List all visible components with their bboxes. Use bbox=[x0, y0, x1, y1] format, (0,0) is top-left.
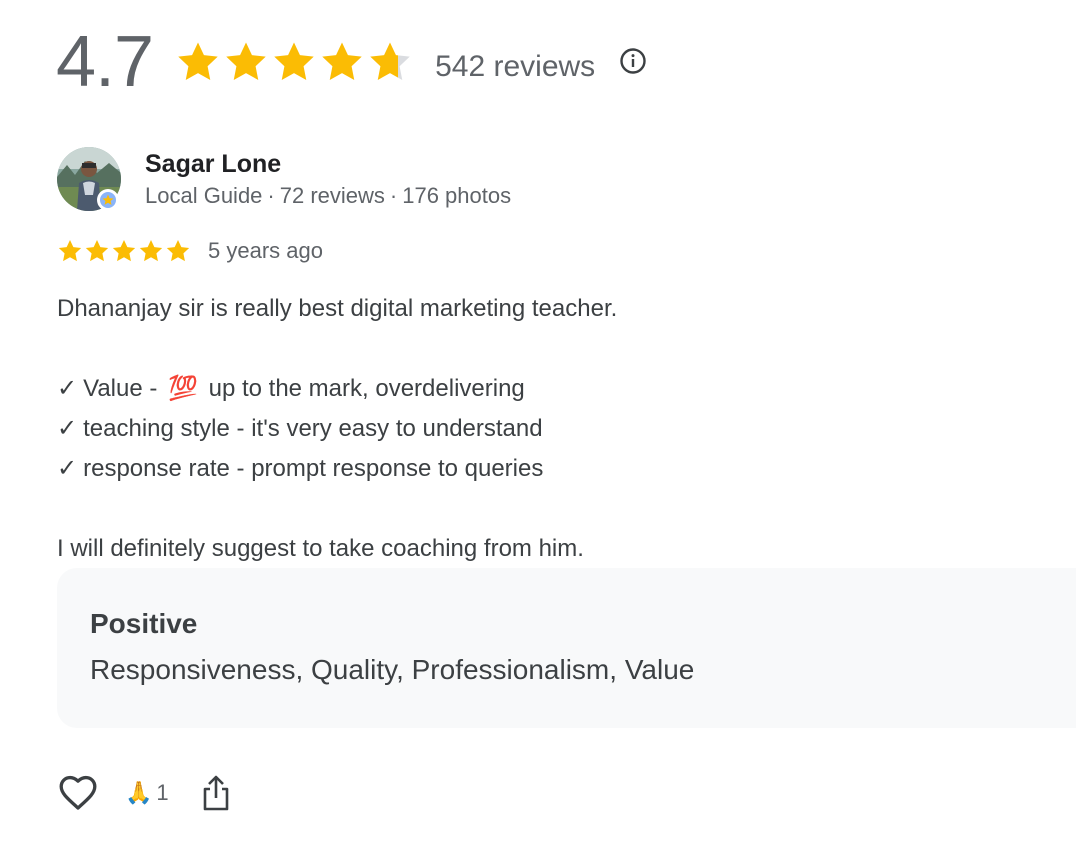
like-button[interactable] bbox=[57, 772, 99, 814]
reviewer-name[interactable]: Sagar Lone bbox=[145, 149, 511, 179]
folded-hands-icon: 🙏 bbox=[125, 780, 153, 805]
share-button[interactable] bbox=[201, 774, 231, 812]
check-icon: ✓ bbox=[57, 455, 78, 482]
attributes-values: Responsiveness, Quality, Professionalism… bbox=[90, 654, 695, 685]
reviewer-header[interactable]: Sagar Lone Local Guide · 72 reviews · 176 ph… bbox=[57, 147, 511, 213]
reviewer-photo-count: 176 photos bbox=[402, 183, 512, 208]
check-icon: ✓ bbox=[57, 415, 78, 442]
review-point: ✓ teaching style - it's very easy to unde… bbox=[57, 409, 617, 449]
info-icon[interactable] bbox=[619, 47, 647, 75]
star-icon bbox=[322, 42, 362, 81]
avatar[interactable] bbox=[57, 147, 121, 211]
review-closing: I will definitely suggest to take coachi… bbox=[57, 535, 584, 562]
reviewer-info: Sagar Lone Local Guide · 72 reviews · 176 ph… bbox=[145, 149, 511, 213]
review-point-suffix: up to the mark, overdelivering bbox=[201, 375, 525, 402]
review-actions: 🙏 1 bbox=[57, 770, 231, 816]
meta-separator: · bbox=[267, 183, 275, 208]
meta-separator: · bbox=[389, 183, 398, 208]
review-rating-row: 5 years ago bbox=[57, 236, 323, 266]
share-icon bbox=[203, 775, 228, 811]
star-icon bbox=[139, 239, 163, 262]
check-icon: ✓ bbox=[57, 375, 78, 402]
heart-outline-icon bbox=[59, 775, 97, 810]
star-icon bbox=[58, 239, 82, 262]
review-point: ✓ response rate - prompt response to quer… bbox=[57, 449, 617, 489]
star-icon bbox=[370, 42, 410, 81]
reaction-count: 1 bbox=[156, 780, 169, 805]
average-rating-stars bbox=[175, 39, 415, 85]
star-icon bbox=[226, 42, 266, 81]
star-icon bbox=[85, 239, 109, 262]
star-icon bbox=[274, 42, 314, 81]
average-rating: 4.7 bbox=[56, 22, 154, 102]
star-icon bbox=[112, 239, 136, 262]
rating-summary: 4.7 542 reviews bbox=[56, 22, 647, 102]
reviewer-meta: Local Guide · 72 reviews · 176 photos bbox=[145, 179, 511, 213]
reviewer-role: Local Guide bbox=[145, 183, 263, 208]
review-stars bbox=[57, 238, 192, 264]
review-point: ✓ Value - 💯 up to the mark, overdeliverin… bbox=[57, 369, 617, 409]
review-point-prefix: Value - bbox=[83, 375, 165, 402]
review-count[interactable]: 542 reviews bbox=[435, 50, 595, 84]
review-text: Dhananjay sir is really best digital mar… bbox=[57, 289, 617, 569]
review-intro: Dhananjay sir is really best digital mar… bbox=[57, 295, 618, 322]
reaction-button[interactable]: 🙏 1 bbox=[125, 780, 169, 806]
reviewer-review-count: 72 reviews bbox=[279, 183, 385, 208]
review-point-text: response rate - prompt response to queri… bbox=[83, 455, 544, 482]
hundred-points-icon: 💯 bbox=[168, 375, 198, 402]
star-icon bbox=[178, 42, 218, 81]
star-icon bbox=[166, 239, 190, 262]
review-point-text: teaching style - it's very easy to under… bbox=[83, 415, 543, 442]
local-guide-badge-icon bbox=[97, 189, 119, 211]
review-attributes: Positive Responsiveness, Quality, Profes… bbox=[57, 568, 1076, 728]
review-time: 5 years ago bbox=[208, 238, 323, 263]
attributes-title: Positive bbox=[90, 608, 198, 639]
